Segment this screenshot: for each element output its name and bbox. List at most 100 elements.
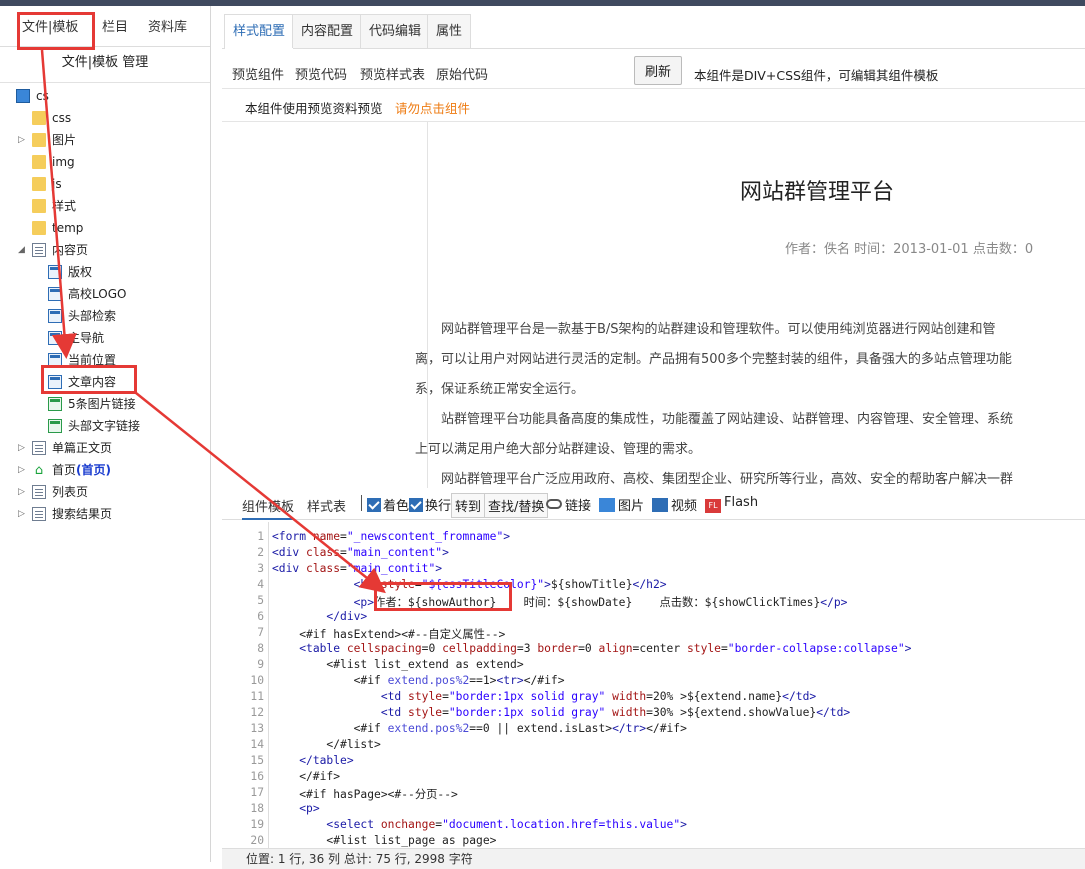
main-panel: 样式配置 内容配置 代码编辑 属性 预览组件 预览代码 预览样式表 原始代码 刷…: [222, 6, 1085, 869]
code-line: <div class="main_contit">: [272, 562, 443, 575]
component-preview: 网站群管理平台 作者：佚名 时间：2013-01-01 点击数：0 网站群管理平…: [222, 121, 1085, 488]
subtab-preview-stylesheet[interactable]: 预览样式表: [360, 64, 425, 83]
tab-properties[interactable]: 属性: [427, 14, 472, 48]
subtab-preview-component[interactable]: 预览组件: [232, 64, 284, 83]
tree-node[interactable]: js: [32, 174, 62, 194]
insert-image-button[interactable]: 图片: [599, 495, 644, 514]
tree-node[interactable]: 版权: [48, 262, 92, 282]
tree-node[interactable]: ◢ 内容页: [18, 240, 88, 260]
component-green-icon: [48, 397, 62, 411]
tab-content-config[interactable]: 内容配置: [292, 14, 363, 48]
tree-node[interactable]: ▷ 单篇正文页: [18, 438, 113, 458]
annotation-box-code: [374, 582, 512, 611]
home-icon: ⌂: [34, 463, 44, 478]
gear-folder-icon: [32, 199, 46, 213]
line-number: 9: [257, 658, 264, 671]
tree-node-label: img: [52, 155, 75, 169]
page-icon: [32, 441, 46, 455]
tab-stylesheet[interactable]: 样式表: [307, 496, 346, 515]
tree-node[interactable]: 主导航: [48, 328, 104, 348]
checkbox-icon: [409, 498, 423, 512]
insert-video-button[interactable]: 视频: [652, 495, 697, 514]
preview-note: 本组件使用预览资料预览: [245, 101, 383, 116]
component-icon: [48, 265, 62, 279]
preview-subtabs: 预览组件 预览代码 预览样式表 原始代码 刷新 本组件是DIV+CSS组件，可编…: [222, 56, 1085, 89]
find-replace-button[interactable]: 查找/替换: [484, 493, 549, 518]
subtab-preview-code[interactable]: 预览代码: [295, 64, 347, 83]
tree-node-label: 单篇正文页: [52, 441, 113, 455]
line-number: 2: [257, 546, 264, 559]
line-number: 10: [250, 674, 264, 687]
line-number: 13: [250, 722, 264, 735]
checkbox-label: 着色: [383, 499, 410, 514]
code-line: <#if hasPage><#--分页-->: [272, 788, 458, 801]
tab-column[interactable]: 栏目: [102, 16, 128, 35]
code-line: </div>: [326, 610, 368, 623]
checkbox-wrap[interactable]: 换行: [409, 495, 451, 514]
expand-arrow-icon[interactable]: ▷: [18, 130, 28, 150]
tab-component-template[interactable]: 组件模板: [242, 496, 295, 520]
code-line: <form name="_newscontent_fromname">: [272, 530, 511, 543]
line-numbers: 1 2 3 4 5 6 7 8 9 10 11 12 13 14 15 16 17 18 19 20: [222, 522, 269, 848]
tree-node[interactable]: cs: [16, 86, 49, 106]
subtab-source-code[interactable]: 原始代码: [436, 64, 488, 83]
code-line: <td style="border:1px solid gray" width=…: [380, 706, 851, 719]
tree-node[interactable]: ▷ 图片: [18, 130, 76, 150]
expand-arrow-icon[interactable]: ▷: [18, 482, 28, 502]
expand-arrow-icon[interactable]: ▷: [18, 460, 28, 480]
code-line: <td style="border:1px solid gray" width=…: [380, 690, 817, 703]
tree-node-label: temp: [52, 221, 84, 235]
code-line: </#list>: [272, 738, 381, 751]
main-tabs: 样式配置 内容配置 代码编辑 属性: [222, 14, 1085, 49]
tree-node[interactable]: 头部文字链接: [48, 416, 140, 436]
line-number: 15: [250, 754, 264, 767]
tab-style-config[interactable]: 样式配置: [224, 14, 295, 49]
line-number: 14: [250, 738, 264, 751]
insert-link-button[interactable]: 链接: [546, 495, 591, 514]
tree-node[interactable]: 头部检索: [48, 306, 116, 326]
panel-subtitle: 文件|模板 管理: [61, 55, 149, 70]
expand-arrow-icon[interactable]: ▷: [18, 438, 28, 458]
collapse-arrow-icon[interactable]: ◢: [18, 240, 28, 260]
expand-arrow-icon[interactable]: ▷: [18, 504, 28, 524]
tree-node[interactable]: 样式: [32, 196, 76, 216]
component-note: 本组件是DIV+CSS组件，可编辑其组件模板: [694, 68, 939, 83]
folder-icon: [32, 221, 46, 235]
line-number: 7: [257, 626, 264, 639]
tree-node-label: 版权: [68, 265, 93, 279]
preview-warning: 请勿点击组件: [395, 101, 471, 116]
tree-node[interactable]: temp: [32, 218, 83, 238]
tree-node[interactable]: css: [32, 108, 71, 128]
tree-node-label: 高校LOGO: [68, 287, 127, 301]
editor-toolbar: 组件模板 样式表 着色 换行 转到 查找/替换 链接 图片 视频 FL Flash: [222, 489, 1085, 520]
refresh-button[interactable]: 刷新: [634, 56, 683, 85]
insert-flash-button[interactable]: FL Flash: [705, 495, 758, 513]
tool-label: 视频: [671, 499, 698, 514]
tree-node[interactable]: 高校LOGO: [48, 284, 126, 304]
tree-node[interactable]: ▷ ⌂ 首页(首页): [18, 460, 111, 480]
tree-node-label: 搜索结果页: [52, 507, 113, 521]
component-icon: [48, 309, 62, 323]
folder-icon: [32, 155, 46, 169]
tree-node[interactable]: 5条图片链接: [48, 394, 136, 414]
checkbox-icon: [367, 498, 381, 512]
line-number: 5: [257, 594, 264, 607]
tab-code-edit[interactable]: 代码编辑: [360, 14, 431, 48]
tree-node[interactable]: img: [32, 152, 75, 172]
line-number: 18: [250, 802, 264, 815]
goto-button[interactable]: 转到: [451, 493, 486, 518]
tree-node[interactable]: ▷ 搜索结果页: [18, 504, 113, 524]
line-number: 8: [257, 642, 264, 655]
tree-node[interactable]: ▷ 列表页: [18, 482, 88, 502]
divider: [0, 82, 210, 83]
code-editor[interactable]: 1 2 3 4 5 6 7 8 9 10 11 12 13 14 15 16 17 18 19 20 <form na…: [222, 522, 1085, 848]
file-template-panel: 文件|模板 栏目 资料库 文件|模板 管理 cs css ▷ 图片 img js 样式 tem…: [0, 6, 211, 862]
preview-text-line: 离，可以让用户对网站进行灵活的定制。产品拥有500多个完整封装的组件，具备强大的…: [415, 352, 1012, 367]
tab-library[interactable]: 资料库: [148, 16, 187, 35]
image-icon: [599, 498, 615, 512]
component-green-icon: [48, 419, 62, 433]
flash-icon: FL: [705, 499, 721, 513]
folder-icon: [32, 177, 46, 191]
code-line: <#list list_page as page>: [272, 834, 497, 847]
checkbox-color[interactable]: 着色: [367, 495, 409, 514]
